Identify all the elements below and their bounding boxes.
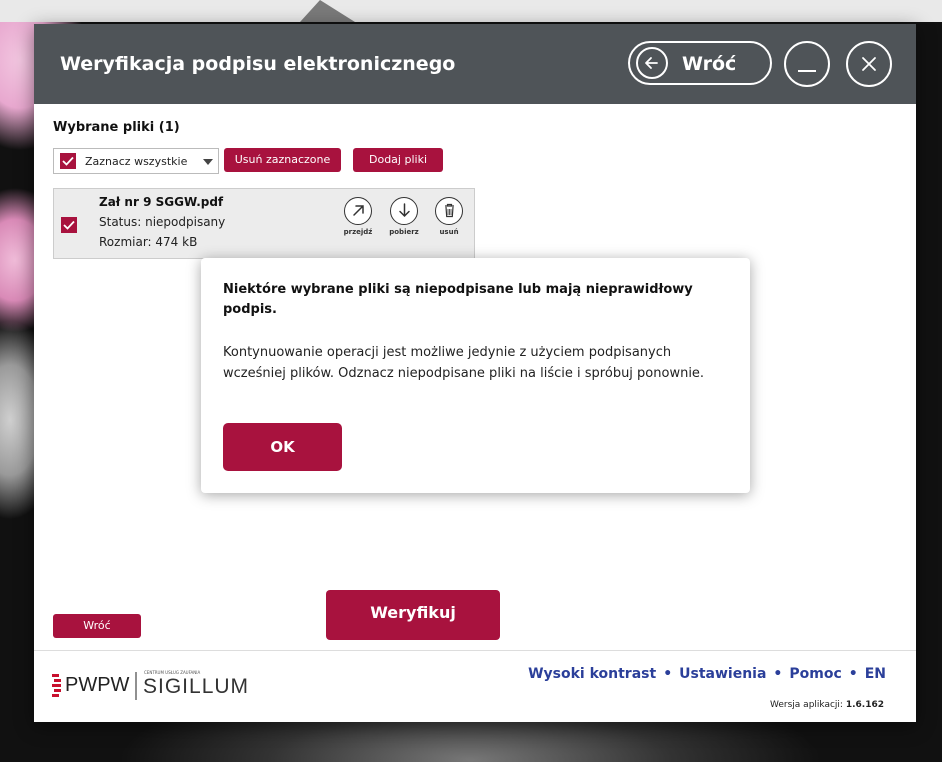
background-shape bbox=[300, 0, 355, 22]
header-back-label: Wróć bbox=[682, 53, 737, 75]
select-all-label: Zaznacz wszystkie bbox=[85, 155, 188, 168]
back-button[interactable]: Wróć bbox=[53, 614, 141, 638]
minimize-button[interactable] bbox=[784, 41, 830, 87]
help-link[interactable]: Pomoc bbox=[789, 666, 841, 682]
dialog-title: Niektóre wybrane pliki są niepodpisane l… bbox=[223, 282, 693, 317]
pwpw-sigillum-logo: PWPW CENTRUM USŁUG ZAUFANIA SIGILLUM bbox=[52, 668, 262, 702]
open-file-button[interactable]: przejdź bbox=[338, 197, 378, 236]
arrow-left-icon bbox=[636, 47, 668, 79]
dialog-message: Kontynuowanie operacji jest możliwe jedy… bbox=[223, 345, 705, 381]
background-top-strip bbox=[0, 0, 942, 22]
checkmark-icon bbox=[63, 220, 75, 230]
close-icon bbox=[862, 57, 876, 71]
header-back-button[interactable]: Wróć bbox=[628, 41, 772, 85]
language-link[interactable]: EN bbox=[865, 666, 886, 682]
remove-selected-button[interactable]: Usuń zaznaczone bbox=[224, 148, 341, 172]
footer-links: Wysoki kontrast • Ustawienia • Pomoc • EN bbox=[528, 666, 886, 682]
title-bar: Weryfikacja podpisu elektronicznego Wróć bbox=[34, 24, 916, 104]
arrow-up-right-icon bbox=[344, 197, 372, 225]
warning-dialog: Niektóre wybrane pliki są niepodpisane l… bbox=[201, 258, 750, 493]
open-file-label: przejdź bbox=[343, 228, 373, 236]
select-all-dropdown[interactable]: Zaznacz wszystkie bbox=[53, 148, 219, 174]
window-title: Weryfikacja podpisu elektronicznego bbox=[60, 53, 456, 75]
footer-divider bbox=[34, 650, 916, 651]
file-list-item: Zał nr 9 SGGW.pdf Status: niepodpisany R… bbox=[53, 188, 475, 259]
trash-icon bbox=[435, 197, 463, 225]
selected-files-count: (1) bbox=[158, 120, 180, 135]
file-checkbox[interactable] bbox=[61, 217, 77, 233]
separator-dot: • bbox=[848, 666, 858, 682]
settings-link[interactable]: Ustawienia bbox=[679, 666, 766, 682]
version-value: 1.6.162 bbox=[845, 700, 884, 710]
ok-button[interactable]: OK bbox=[223, 423, 342, 471]
file-size: Rozmiar: 474 kB bbox=[99, 235, 198, 249]
download-file-button[interactable]: pobierz bbox=[384, 197, 424, 236]
logo-pwpw-text: PWPW bbox=[65, 674, 130, 696]
file-name: Zał nr 9 SGGW.pdf bbox=[99, 195, 224, 209]
selected-files-heading: Wybrane pliki (1) bbox=[53, 120, 180, 135]
delete-file-label: usuń bbox=[439, 228, 459, 236]
selected-files-label: Wybrane pliki bbox=[53, 120, 155, 135]
add-files-button[interactable]: Dodaj pliki bbox=[353, 148, 443, 172]
close-button[interactable] bbox=[846, 41, 892, 87]
arrow-down-icon bbox=[390, 197, 418, 225]
select-all-checkbox[interactable] bbox=[60, 153, 76, 169]
checkmark-icon bbox=[62, 156, 74, 166]
separator-dot: • bbox=[663, 666, 673, 682]
delete-file-button[interactable]: usuń bbox=[429, 197, 469, 236]
download-file-label: pobierz bbox=[389, 228, 419, 236]
chevron-down-icon bbox=[203, 159, 213, 165]
version-label: Wersja aplikacji: bbox=[770, 700, 843, 710]
high-contrast-link[interactable]: Wysoki kontrast bbox=[528, 666, 656, 682]
app-version: Wersja aplikacji: 1.6.162 bbox=[770, 700, 884, 710]
logo-sigillum-text: SIGILLUM bbox=[143, 675, 250, 698]
file-status: Status: niepodpisany bbox=[99, 215, 226, 229]
minimize-icon bbox=[798, 70, 816, 72]
verify-button[interactable]: Weryfikuj bbox=[326, 590, 500, 640]
separator-dot: • bbox=[773, 666, 783, 682]
